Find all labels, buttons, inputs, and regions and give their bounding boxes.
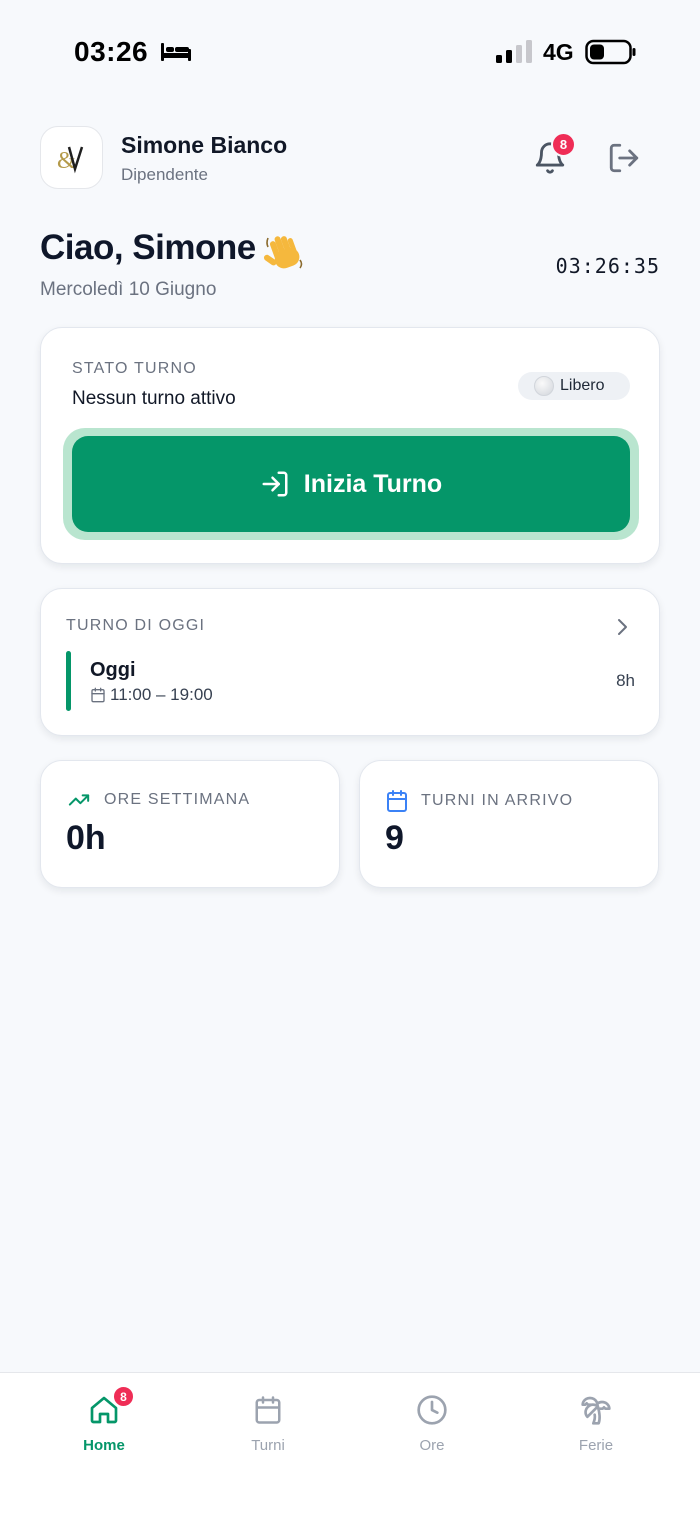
user-role: Dipendente [121,165,208,184]
battery-icon [585,39,636,65]
shift-accent-bar [66,651,71,711]
live-clock: 03:26:35 [555,254,660,278]
trending-up-icon [68,794,90,806]
palm-tree-icon [579,1393,613,1427]
calendar-icon [387,790,407,812]
status-bar: 03:26 4G [0,0,700,100]
nav-item-ore[interactable]: Ore [372,1393,492,1454]
clock-icon [415,1393,449,1427]
chevron-right-icon[interactable] [613,617,631,637]
login-icon [262,471,288,497]
app-screen: 03:26 4G & Simone Bianco Dipendente 8 Ci… [0,0,700,1522]
current-date: Mercoledì 10 Giugno [40,279,217,300]
status-time: 03:26 [74,36,149,67]
weekly-hours-label: ORE SETTIMANA [104,791,251,808]
nav-label-ore: Ore [419,1437,445,1454]
upcoming-shifts-value: 9 [385,819,404,857]
today-shift-label: TURNO DI OGGI [66,617,206,634]
today-shift-title: Oggi [90,659,136,681]
weekly-hours-card: ORE SETTIMANA 0h [40,760,340,888]
weekly-hours-head: ORE SETTIMANA [66,789,250,811]
logout-button[interactable] [604,138,644,178]
today-shift-hours: 8h [616,671,635,690]
nav-item-turni[interactable]: Turni [208,1393,328,1454]
company-logo-icon: & [57,146,83,174]
status-dot-icon [534,376,554,396]
avatar: & [40,126,103,189]
today-shift-time: 11:00 – 19:00 [110,685,213,704]
notification-badge: 8 [551,132,576,157]
shift-status-text: Nessun turno attivo [72,388,236,409]
calendar-icon [251,1393,285,1427]
status-badge-label: Libero [560,377,605,394]
waving-hand-icon [263,236,303,269]
nav-item-home[interactable]: 8 Home [44,1385,164,1454]
calendar-small-icon [91,687,105,703]
today-shift-card[interactable]: TURNO DI OGGI Oggi 11:00 – 19:00 8h [40,588,660,736]
greeting-title: Ciao, Simone [40,228,256,267]
upcoming-shifts-head: TURNI IN ARRIVO [385,789,573,813]
bottom-navigation: 8 Home Turni Ore Ferie [0,1372,700,1522]
shift-status-label: STATO TURNO [72,360,197,377]
logout-icon [609,143,639,173]
today-shift-time-row: 11:00 – 19:00 [90,685,213,705]
shift-status-card: STATO TURNO Nessun turno attivo Libero I… [40,327,660,564]
upcoming-shifts-label: TURNI IN ARRIVO [421,792,574,809]
nav-label-turni: Turni [251,1437,285,1454]
user-name: Simone Bianco [121,132,288,158]
start-shift-button[interactable]: Inizia Turno [72,436,630,532]
signal-icon [496,40,532,63]
nav-label-home: Home [83,1437,125,1454]
upcoming-shifts-card: TURNI IN ARRIVO 9 [359,760,659,888]
start-shift-label: Inizia Turno [303,469,443,498]
nav-home-badge: 8 [112,1385,135,1408]
nav-item-ferie[interactable]: Ferie [536,1393,656,1454]
network-label: 4G [543,39,574,65]
bed-icon [161,43,191,61]
status-badge: Libero [518,372,630,400]
nav-label-ferie: Ferie [578,1437,614,1454]
weekly-hours-value: 0h [66,819,106,857]
